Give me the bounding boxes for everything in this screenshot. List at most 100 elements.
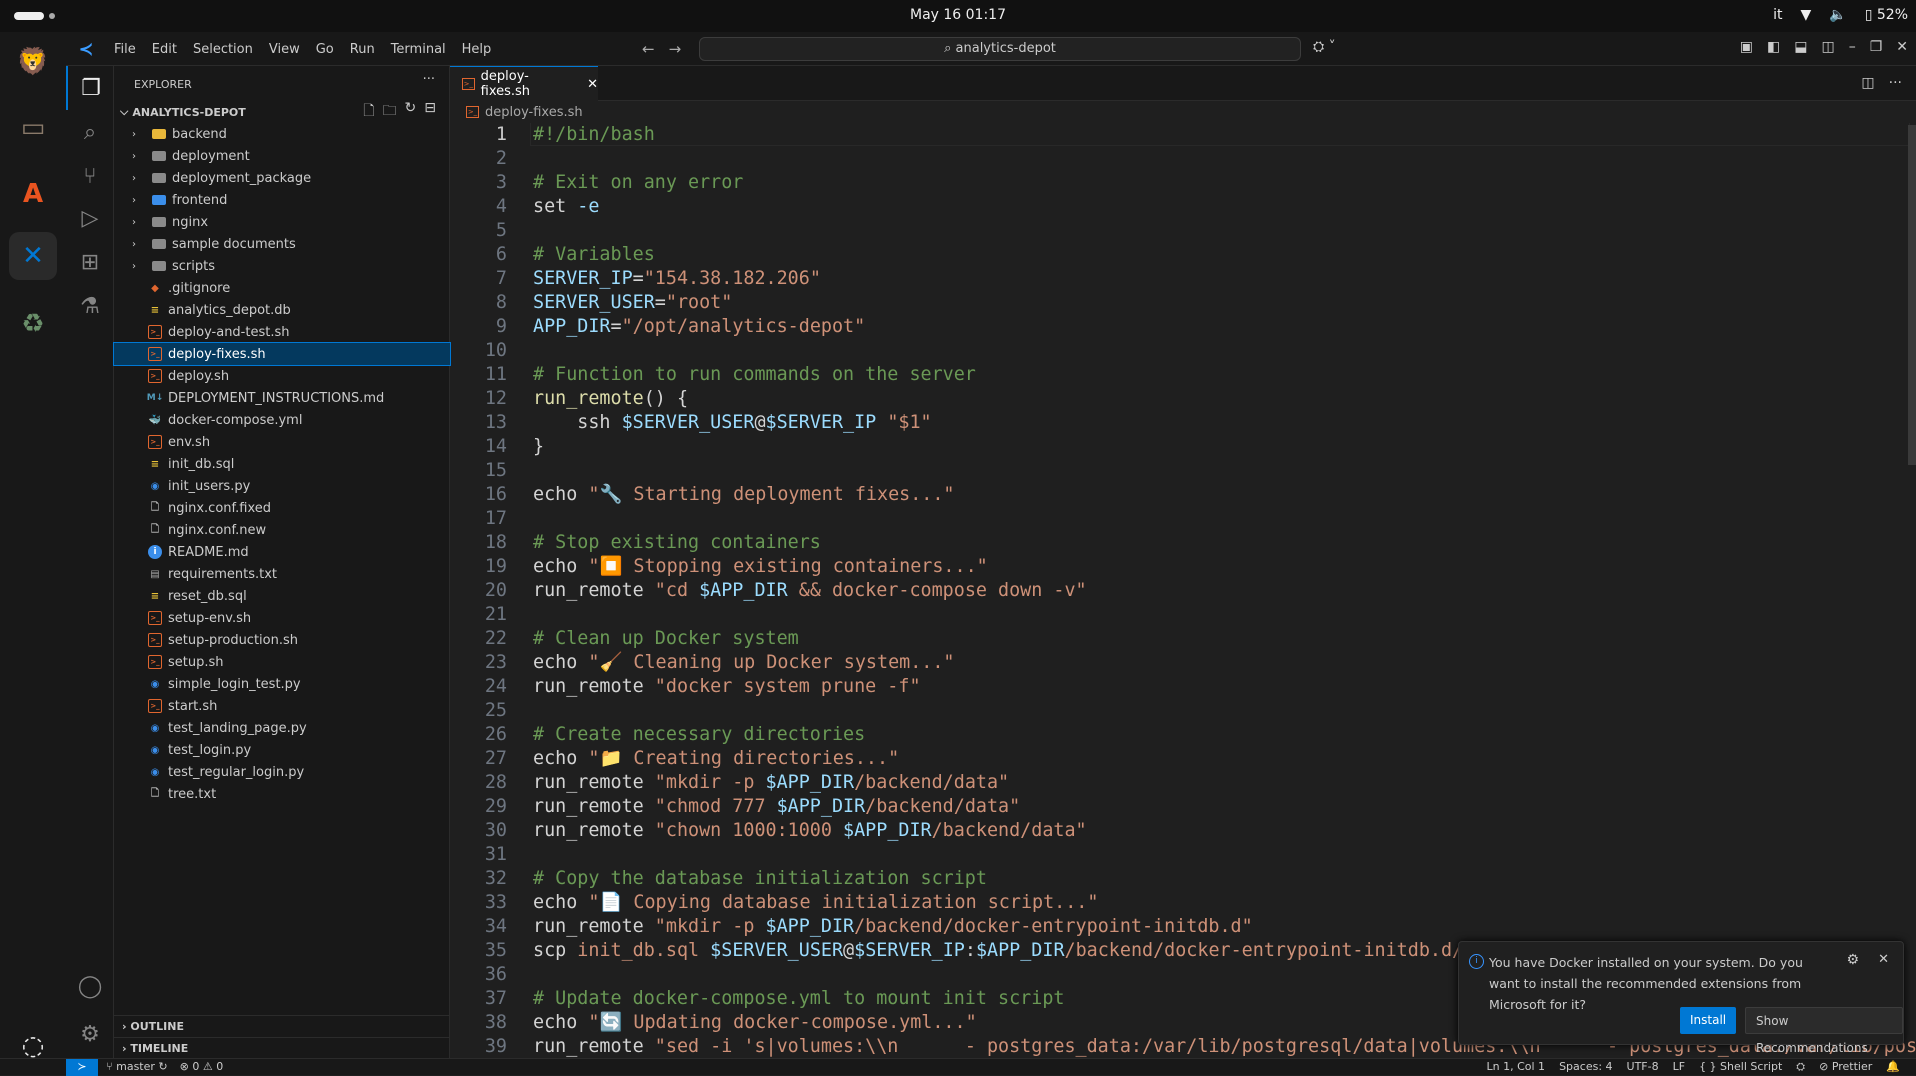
new-folder-icon[interactable]: 🗀 <box>383 100 397 124</box>
notification-close-icon[interactable]: ✕ <box>1878 952 1889 967</box>
folder-item[interactable]: › scripts <box>114 255 450 277</box>
copilot-status-icon[interactable]: ⛭ <box>1796 1060 1805 1074</box>
encoding[interactable]: UTF-8 <box>1627 1060 1659 1074</box>
toggle-sidebar-icon[interactable]: ◧ <box>1767 39 1780 55</box>
copilot-icon[interactable]: ⛭ ˅ <box>1313 39 1336 55</box>
folder-item[interactable]: › deployment_package <box>114 167 450 189</box>
back-arrow-icon[interactable]: ← <box>642 40 655 58</box>
menu-file[interactable]: File <box>106 42 144 57</box>
file-item[interactable]: >_ setup-env.sh <box>114 607 450 629</box>
file-item[interactable]: >_ env.sh <box>114 431 450 453</box>
indentation[interactable]: Spaces: 4 <box>1559 1060 1612 1074</box>
menu-go[interactable]: Go <box>308 42 342 57</box>
file-item[interactable]: M↓ DEPLOYMENT_INSTRUCTIONS.md <box>114 387 450 409</box>
minimize-icon[interactable]: – <box>1849 39 1856 55</box>
code-line: echo "📁 Creating directories..." <box>533 747 899 771</box>
refresh-icon[interactable]: ↻ <box>405 100 417 124</box>
cursor-position[interactable]: Ln 1, Col 1 <box>1487 1060 1546 1074</box>
customize-layout-icon[interactable]: ▣ <box>1740 39 1753 55</box>
install-button[interactable]: Install <box>1680 1007 1737 1034</box>
forward-arrow-icon[interactable]: → <box>669 40 682 58</box>
file-item[interactable]: >_ start.sh <box>114 695 450 717</box>
menu-run[interactable]: Run <box>342 42 383 57</box>
folder-item[interactable]: › frontend <box>114 189 450 211</box>
file-item[interactable]: ◉ simple_login_test.py <box>114 673 450 695</box>
toggle-secondary-sidebar-icon[interactable]: ◫ <box>1821 39 1834 55</box>
toggle-panel-icon[interactable]: ⬓ <box>1794 39 1807 55</box>
files-dock-icon[interactable]: ▭ <box>9 104 57 152</box>
file-item[interactable]: 🗋 nginx.conf.fixed <box>114 497 450 519</box>
menu-view[interactable]: View <box>261 42 308 57</box>
extensions-icon[interactable]: ⊞ <box>66 240 114 284</box>
file-item[interactable]: >_ deploy-fixes.sh <box>113 342 451 366</box>
file-item[interactable]: >_ setup.sh <box>114 651 450 673</box>
file-item[interactable]: ◆ .gitignore <box>114 277 450 299</box>
branch-indicator[interactable]: ⑂ master ↻ <box>106 1060 168 1073</box>
problems-indicator[interactable]: ⊗ 0 ⚠ 0 <box>180 1060 224 1073</box>
explorer-icon[interactable]: ❐ <box>66 66 114 110</box>
file-item[interactable]: ◉ test_landing_page.py <box>114 717 450 739</box>
folder-item[interactable]: › backend <box>114 123 450 145</box>
code-editor[interactable]: 1 #!/bin/bash 2 3 # Exit on any error 4 set -e… <box>450 123 1916 1058</box>
editor-scrollbar[interactable] <box>1908 125 1916 465</box>
file-item[interactable]: ≡ reset_db.sql <box>114 585 450 607</box>
file-item[interactable]: >_ setup-production.sh <box>114 629 450 651</box>
new-file-icon[interactable]: 🗋 <box>363 100 374 124</box>
remote-indicator-icon[interactable]: ≻ <box>66 1059 98 1076</box>
menu-edit[interactable]: Edit <box>144 42 185 57</box>
account-icon[interactable]: ◯ <box>66 964 114 1008</box>
file-item[interactable]: ≡ init_db.sql <box>114 453 450 475</box>
editor-more-icon[interactable]: ··· <box>1889 75 1902 91</box>
tab-close-icon[interactable]: ✕ <box>587 77 598 92</box>
close-icon[interactable]: ✕ <box>1896 39 1908 55</box>
file-item[interactable]: i README.md <box>114 541 450 563</box>
command-center-search[interactable]: ⌕ analytics-depot <box>699 37 1301 61</box>
code-token: # Copy the database initialization scrip… <box>533 868 987 889</box>
file-item[interactable]: 🐳 docker-compose.yml <box>114 409 450 431</box>
menu-terminal[interactable]: Terminal <box>383 42 454 57</box>
outline-section[interactable]: › OUTLINE <box>114 1015 450 1037</box>
vscode-dock-icon[interactable]: ✕ <box>9 232 57 280</box>
file-item[interactable]: ◉ init_users.py <box>114 475 450 497</box>
brave-dock-icon[interactable]: 🦁 <box>9 38 57 86</box>
folder-item[interactable]: › nginx <box>114 211 450 233</box>
file-item[interactable]: 🗋 tree.txt <box>114 783 450 805</box>
file-item[interactable]: ▤ requirements.txt <box>114 563 450 585</box>
volume-icon[interactable]: 🔈 <box>1829 7 1846 23</box>
file-item[interactable]: ≡ analytics_depot.db <box>114 299 450 321</box>
menu-selection[interactable]: Selection <box>185 42 261 57</box>
tab-deploy-fixes[interactable]: >_ deploy-fixes.sh ✕ <box>450 66 598 101</box>
testing-icon[interactable]: ⚗ <box>66 284 114 328</box>
search-icon[interactable]: ⌕ <box>66 110 114 154</box>
restore-icon[interactable]: ❐ <box>1870 39 1883 55</box>
timeline-section[interactable]: › TIMELINE <box>114 1037 450 1059</box>
file-item[interactable]: ◉ test_regular_login.py <box>114 761 450 783</box>
file-item[interactable]: ◉ test_login.py <box>114 739 450 761</box>
show-recommendations-button[interactable]: Show Recommendations <box>1745 1007 1903 1055</box>
clock[interactable]: May 16 01:17 <box>0 7 1916 23</box>
folder-item[interactable]: › deployment <box>114 145 450 167</box>
trash-dock-icon[interactable]: ♻ <box>9 300 57 348</box>
menu-help[interactable]: Help <box>454 42 500 57</box>
collapse-all-icon[interactable]: ⊟ <box>424 100 436 124</box>
folder-item[interactable]: › sample documents <box>114 233 450 255</box>
language-mode[interactable]: { } Shell Script <box>1699 1060 1782 1074</box>
notification-settings-icon[interactable]: ⚙ <box>1846 952 1859 968</box>
breadcrumb-file[interactable]: deploy-fixes.sh <box>485 105 583 120</box>
split-editor-icon[interactable]: ◫ <box>1861 75 1874 91</box>
file-item[interactable]: >_ deploy.sh <box>114 365 450 387</box>
more-actions-icon[interactable]: ··· <box>423 72 435 87</box>
wifi-icon[interactable]: ▼ <box>1801 7 1812 23</box>
prettier-status[interactable]: ⊘ Prettier <box>1819 1060 1872 1074</box>
battery-icon[interactable]: ▯ 52% <box>1865 7 1908 23</box>
notifications-bell-icon[interactable]: 🔔 <box>1886 1060 1900 1074</box>
run-debug-icon[interactable]: ▷ <box>66 196 114 240</box>
end-of-line[interactable]: LF <box>1673 1060 1685 1074</box>
app-center-dock-icon[interactable]: A <box>9 170 57 218</box>
settings-gear-icon[interactable]: ⚙ <box>66 1012 114 1056</box>
file-item[interactable]: 🗋 nginx.conf.new <box>114 519 450 541</box>
workspace-root[interactable]: ⌵ ANALYTICS-DEPOT 🗋 🗀 ↻ ⊟ <box>114 100 450 124</box>
file-item[interactable]: >_ deploy-and-test.sh <box>114 321 450 343</box>
keyboard-layout[interactable]: it <box>1773 7 1782 23</box>
source-control-icon[interactable]: ⑂ <box>66 154 114 198</box>
